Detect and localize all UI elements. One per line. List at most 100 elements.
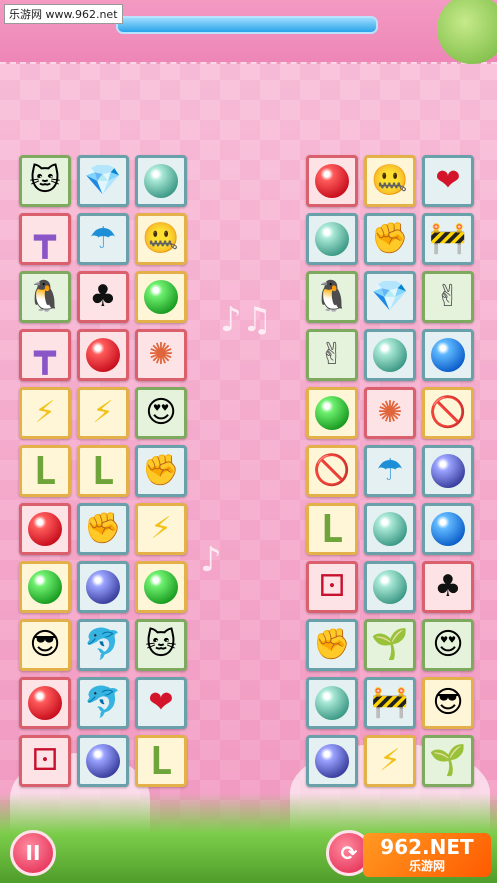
- blue-ball-icon: [431, 338, 465, 372]
- tile[interactable]: 😍: [135, 387, 187, 439]
- green-ball-icon: [28, 570, 62, 604]
- tile[interactable]: L: [19, 445, 71, 497]
- lightning-icon: ⚡: [379, 743, 401, 778]
- red-ball-icon: [28, 512, 62, 546]
- tile[interactable]: [135, 155, 187, 207]
- tile[interactable]: ⚡: [19, 387, 71, 439]
- tile[interactable]: ⚀: [19, 735, 71, 787]
- no-hand-icon: 🚫: [313, 453, 351, 488]
- umbrella-icon: ☂: [89, 221, 117, 256]
- tile[interactable]: [422, 445, 474, 497]
- tile[interactable]: ❤: [422, 155, 474, 207]
- tile[interactable]: 🐬: [77, 677, 129, 729]
- tile[interactable]: 🐧: [19, 271, 71, 323]
- blue-ball-icon: [431, 512, 465, 546]
- tile[interactable]: ✌: [306, 329, 358, 381]
- tile[interactable]: [364, 503, 416, 555]
- tile[interactable]: [306, 155, 358, 207]
- lightning-icon: ⚡: [92, 395, 114, 430]
- tile[interactable]: 🌱: [422, 735, 474, 787]
- tile[interactable]: L: [77, 445, 129, 497]
- piranha-plant-icon: 🌱: [429, 743, 467, 778]
- tile[interactable]: ⚡: [364, 735, 416, 787]
- t-block-icon: ┳: [34, 334, 56, 375]
- tile[interactable]: [422, 503, 474, 555]
- tile[interactable]: [77, 735, 129, 787]
- victory-hand-icon: ✌: [435, 279, 461, 314]
- l-block-icon: L: [320, 507, 344, 551]
- tile[interactable]: ✌: [422, 271, 474, 323]
- tile[interactable]: [422, 329, 474, 381]
- cat-icon: 🐱: [145, 627, 177, 662]
- tile[interactable]: ┳: [19, 329, 71, 381]
- tile[interactable]: ✊: [306, 619, 358, 671]
- tile[interactable]: ⚡: [77, 387, 129, 439]
- logo-subtext: 乐游网: [408, 858, 445, 873]
- tile[interactable]: ┳: [19, 213, 71, 265]
- tile[interactable]: 🐱: [135, 619, 187, 671]
- tile[interactable]: ♣: [77, 271, 129, 323]
- diamond-icon: 💎: [84, 163, 122, 198]
- tile[interactable]: 🤐: [364, 155, 416, 207]
- tile[interactable]: 🚧: [422, 213, 474, 265]
- tile[interactable]: [77, 561, 129, 613]
- tile[interactable]: 🚧: [364, 677, 416, 729]
- barrier-icon: 🚧: [371, 685, 409, 720]
- heart-icon: ❤: [148, 685, 174, 720]
- dice-icon: ⚀: [318, 569, 346, 604]
- tile[interactable]: 💎: [77, 155, 129, 207]
- tile[interactable]: L: [306, 503, 358, 555]
- tile[interactable]: 🐬: [77, 619, 129, 671]
- tile[interactable]: ☂: [77, 213, 129, 265]
- green-ball-icon: [144, 280, 178, 314]
- tile[interactable]: ⚡: [135, 503, 187, 555]
- tile[interactable]: [135, 561, 187, 613]
- tile[interactable]: ☂: [364, 445, 416, 497]
- pinwheel-icon: ✺: [377, 395, 403, 430]
- tile[interactable]: [77, 329, 129, 381]
- tile[interactable]: ♣: [422, 561, 474, 613]
- l-block-icon: L: [91, 449, 115, 493]
- tile[interactable]: ✊: [135, 445, 187, 497]
- tile[interactable]: [19, 561, 71, 613]
- tile[interactable]: ✊: [77, 503, 129, 555]
- tile[interactable]: [19, 677, 71, 729]
- tile[interactable]: L: [135, 735, 187, 787]
- l-block-icon: L: [149, 739, 173, 783]
- tile[interactable]: ✺: [135, 329, 187, 381]
- tile[interactable]: 😎: [19, 619, 71, 671]
- tile[interactable]: [306, 387, 358, 439]
- tile[interactable]: 🚫: [422, 387, 474, 439]
- tile[interactable]: 🐱: [19, 155, 71, 207]
- tile[interactable]: 😎: [422, 677, 474, 729]
- tile[interactable]: ⚀: [306, 561, 358, 613]
- tile[interactable]: [306, 677, 358, 729]
- tile[interactable]: 🌱: [364, 619, 416, 671]
- tile[interactable]: 🐧: [306, 271, 358, 323]
- tile[interactable]: ✊: [364, 213, 416, 265]
- club-icon: ♣: [89, 279, 117, 314]
- fist-icon: ✊: [142, 453, 180, 488]
- sunglasses-face-icon: 😎: [29, 627, 61, 662]
- violet-ball-icon: [86, 570, 120, 604]
- tile[interactable]: [364, 561, 416, 613]
- tile[interactable]: [135, 271, 187, 323]
- tile[interactable]: 💎: [364, 271, 416, 323]
- club-icon: ♣: [434, 569, 462, 604]
- pause-button[interactable]: II: [10, 830, 56, 876]
- zipped-mouth-face-icon: 🤐: [371, 163, 409, 198]
- tile[interactable]: 🤐: [135, 213, 187, 265]
- tile[interactable]: ✺: [364, 387, 416, 439]
- tile[interactable]: [306, 213, 358, 265]
- heart-eyes-face-icon: 😍: [145, 395, 177, 430]
- teal-ball-icon: [315, 686, 349, 720]
- tile[interactable]: 😍: [422, 619, 474, 671]
- lightning-icon: ⚡: [34, 395, 56, 430]
- dice-icon: ⚀: [31, 743, 59, 778]
- l-block-icon: L: [33, 449, 57, 493]
- tile[interactable]: [364, 329, 416, 381]
- tile[interactable]: [19, 503, 71, 555]
- tile[interactable]: 🚫: [306, 445, 358, 497]
- tile[interactable]: ❤: [135, 677, 187, 729]
- tile[interactable]: [306, 735, 358, 787]
